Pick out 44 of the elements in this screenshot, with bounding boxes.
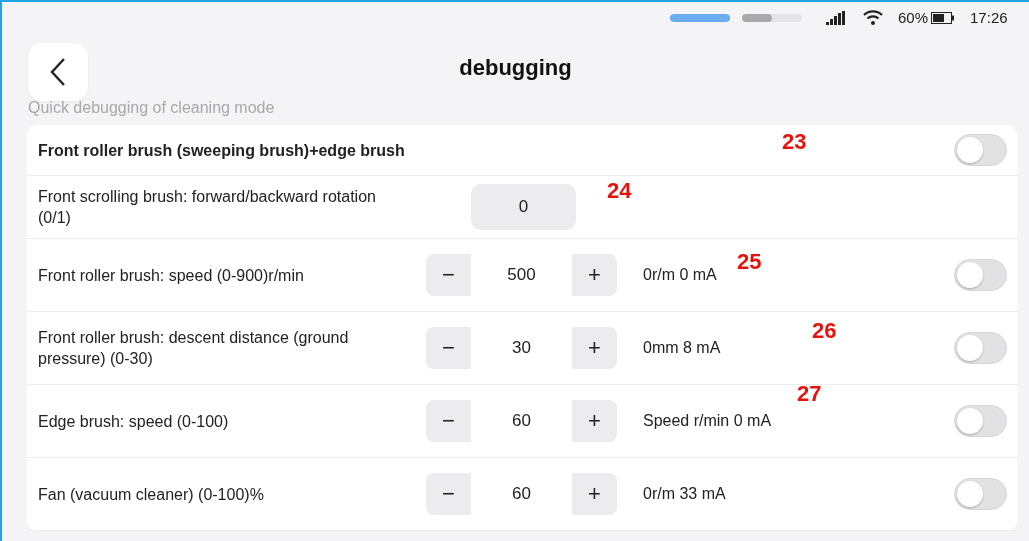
page-title: debugging [459,55,572,81]
decrease-button[interactable]: − [426,327,471,369]
reading-text: 0r/m 0 mA [643,266,717,284]
value-field[interactable]: 60 [471,400,572,442]
setting-label: Edge brush: speed (0-100) [38,411,230,432]
toggle-switch[interactable] [954,478,1007,510]
value-field[interactable]: 60 [471,473,572,515]
annotation-number: 24 [607,178,632,204]
battery-icon [931,11,956,24]
value-field[interactable]: 30 [471,327,572,369]
value-field[interactable]: 500 [471,254,572,296]
back-icon [50,57,66,87]
increase-button[interactable]: + [572,473,617,515]
increase-button[interactable]: + [572,254,617,296]
setting-label: Front scrolling brush: forward/backward rotation (0/1) [38,187,377,228]
toggle-switch[interactable] [954,405,1007,437]
reading-text: 0mm 8 mA [643,339,721,357]
decrease-button[interactable]: − [426,400,471,442]
value-field[interactable]: 0 [471,184,576,230]
annotation-number: 25 [737,249,762,275]
setting-label: Front roller brush: descent distance (ground pressure) (0-30) [38,328,350,369]
decrease-button[interactable]: − [426,254,471,296]
indicator-bar-icon [742,13,802,22]
signal-icon [826,10,846,25]
increase-button[interactable]: + [572,327,617,369]
annotation-number: 23 [782,129,807,155]
back-button[interactable] [28,43,88,101]
clock-time: 17:26 [970,9,1008,26]
annotation-number: 27 [797,381,822,407]
toggle-switch[interactable] [954,134,1007,166]
reading-text: Speed r/min 0 mA [643,412,772,430]
battery-percentage: 60% [898,9,929,26]
section-heading: Front roller brush (sweeping brush)+edge brush [38,140,406,161]
wifi-icon [863,10,883,25]
setting-label: Fan (vacuum cleaner) (0-100)% [38,484,265,505]
setting-label: Front roller brush: speed (0-900)r/min [38,265,305,286]
section-label: Quick debugging of cleaning mode [28,99,276,117]
decrease-button[interactable]: − [426,473,471,515]
increase-button[interactable]: + [572,400,617,442]
annotation-number: 26 [812,318,837,344]
toggle-switch[interactable] [954,259,1007,291]
reading-text: 0r/m 33 mA [643,485,726,503]
indicator-bar-icon [670,13,730,22]
toggle-switch[interactable] [954,332,1007,364]
